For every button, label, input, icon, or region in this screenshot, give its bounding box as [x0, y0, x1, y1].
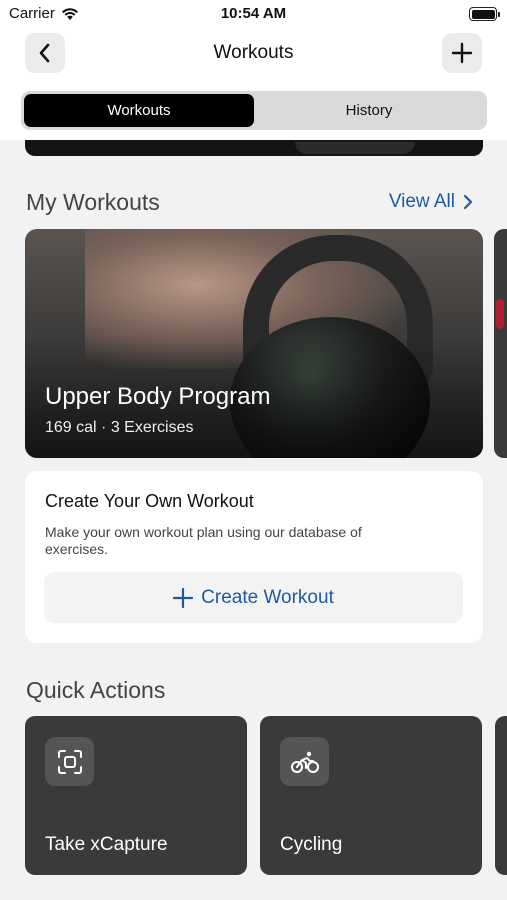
featured-banner[interactable] [25, 140, 483, 156]
battery-icon [469, 7, 500, 21]
tab-workouts[interactable]: Workouts [24, 94, 254, 127]
next-quick-action[interactable] [495, 716, 507, 875]
segmented-control: Workouts History [21, 91, 487, 130]
workout-card[interactable]: Upper Body Program 169 cal · 3 Exercises [25, 229, 483, 458]
plus-icon [451, 42, 473, 64]
plus-icon [173, 587, 194, 608]
workout-card-subtitle: 169 cal · 3 Exercises [45, 419, 194, 436]
header: Workouts Workouts History [0, 28, 507, 140]
view-all-link[interactable]: View All [389, 191, 473, 213]
quick-action-xcapture[interactable]: Take xCapture [25, 716, 247, 875]
next-workout-card[interactable] [494, 229, 507, 458]
create-workout-title: Create Your Own Workout [45, 491, 254, 511]
status-bar: Carrier 10:54 AM [0, 0, 507, 28]
quick-action-label: Take xCapture [45, 834, 168, 855]
create-workout-card: Create Your Own Workout Make your own wo… [25, 471, 483, 643]
scan-icon [57, 749, 82, 774]
my-workouts-title: My Workouts [26, 189, 160, 215]
create-workout-button[interactable]: Create Workout [44, 572, 463, 623]
tab-history[interactable]: History [254, 94, 484, 127]
add-button[interactable] [442, 33, 482, 73]
page-title: Workouts [213, 42, 294, 63]
workout-card-title: Upper Body Program [45, 383, 271, 410]
create-workout-button-label: Create Workout [201, 586, 334, 608]
quick-actions-title: Quick Actions [26, 677, 166, 703]
cycling-icon [290, 751, 319, 773]
view-all-label: View All [388, 191, 455, 212]
quick-action-label: Cycling [280, 834, 343, 855]
quick-action-cycling[interactable]: Cycling [260, 716, 482, 875]
chevron-right-icon [463, 194, 473, 210]
create-workout-description: Make your own workout plan using our dat… [45, 524, 362, 557]
status-time: 10:54 AM [220, 5, 287, 22]
